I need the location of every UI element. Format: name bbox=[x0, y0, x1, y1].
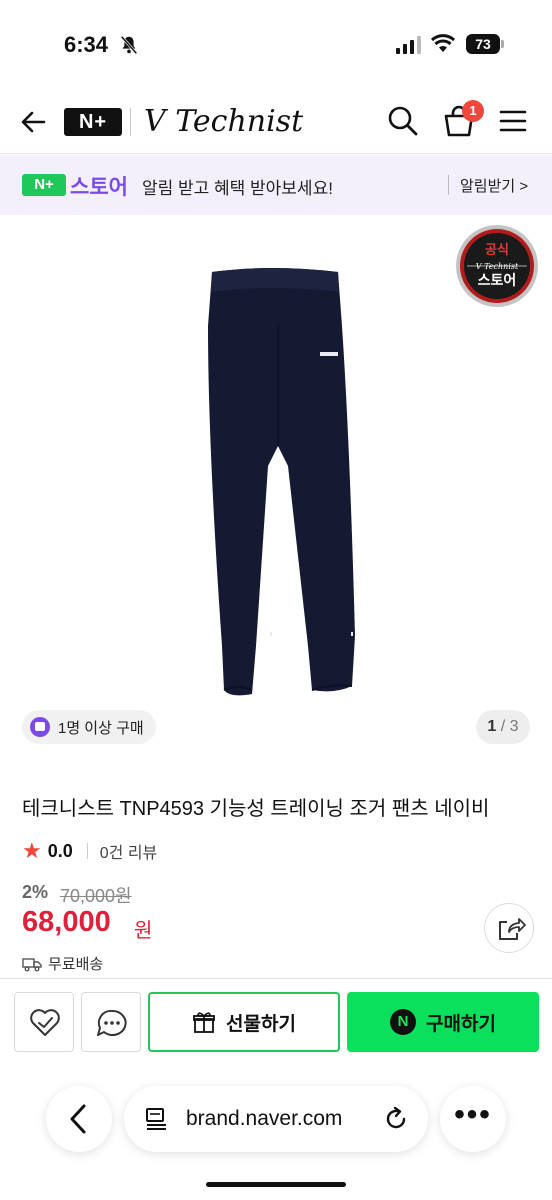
official-badge-bottom-text: 스토어 bbox=[478, 272, 517, 288]
promo-text: 알림 받고 혜택 받아보세요! bbox=[142, 179, 333, 198]
talk-talk-button[interactable] bbox=[81, 992, 141, 1052]
browser-back-button[interactable] bbox=[46, 1086, 112, 1152]
discount-rate: 2% bbox=[22, 882, 49, 902]
search-icon[interactable] bbox=[386, 104, 420, 138]
brand-logo[interactable]: V Technist bbox=[144, 104, 303, 139]
reload-icon[interactable] bbox=[382, 1105, 410, 1133]
wishlist-button[interactable] bbox=[14, 992, 74, 1052]
wifi-icon bbox=[430, 34, 456, 52]
purchase-count-chip: 1명 이상 구매 bbox=[22, 710, 156, 744]
reader-mode-icon[interactable] bbox=[144, 1106, 170, 1132]
notification-promo-banner[interactable]: N+ 스토어 알림 받고 혜택 받아보세요! 알림받기 > bbox=[0, 155, 552, 215]
product-image-jogger-pants[interactable] bbox=[200, 266, 360, 716]
official-badge-top-text: 공식 bbox=[485, 242, 509, 257]
purchase-action-bar: 선물하기 N 구매하기 bbox=[0, 978, 552, 1062]
heart-check-icon bbox=[30, 1009, 60, 1036]
brand-divider bbox=[130, 108, 131, 136]
share-button[interactable] bbox=[484, 903, 534, 953]
star-icon: ★ bbox=[22, 838, 42, 863]
sale-price: 68,000 bbox=[22, 906, 111, 938]
official-badge-brand-text: V Technist bbox=[476, 262, 519, 271]
chat-bubble-icon bbox=[97, 1009, 127, 1036]
buy-button-label: 구매하기 bbox=[426, 1013, 496, 1035]
shipping-info: 무료배송 bbox=[22, 953, 103, 974]
share-icon bbox=[499, 918, 526, 940]
rating-score: 0.0 bbox=[47, 840, 73, 861]
promo-divider bbox=[448, 175, 449, 195]
naver-plus-badge: N+ bbox=[22, 174, 66, 196]
product-image-gallery[interactable]: 공식 V Technist 스토어 1명 이상 구매 1 / 3 bbox=[0, 216, 552, 756]
review-count-link[interactable]: 0건 리뷰 bbox=[100, 839, 158, 863]
shipping-text: 무료배송 bbox=[48, 956, 104, 973]
rating-divider bbox=[86, 843, 88, 859]
more-options-button[interactable]: ••• bbox=[440, 1086, 506, 1152]
gift-button-label: 선물하기 bbox=[226, 1013, 296, 1035]
naver-plus-logo[interactable]: N+ bbox=[64, 108, 122, 136]
home-indicator bbox=[206, 1182, 346, 1187]
browser-toolbar: brand.naver.com ••• bbox=[0, 1062, 552, 1200]
bell-muted-icon bbox=[120, 35, 138, 55]
gift-button[interactable]: 선물하기 bbox=[148, 992, 340, 1052]
original-price: 70,000원 bbox=[60, 886, 132, 906]
app-header: N+ V Technist 1 bbox=[0, 90, 552, 154]
hamburger-menu-icon[interactable] bbox=[498, 106, 528, 136]
get-alerts-link[interactable]: 알림받기 > bbox=[460, 175, 528, 196]
battery-cap bbox=[501, 40, 504, 48]
url-text[interactable]: brand.naver.com bbox=[186, 1107, 342, 1131]
naver-pay-icon: N bbox=[390, 1009, 417, 1035]
back-arrow-icon[interactable] bbox=[18, 106, 50, 138]
buy-now-button[interactable]: N 구매하기 bbox=[347, 992, 539, 1052]
price-unit: 원 bbox=[134, 920, 153, 942]
ellipsis-icon: ••• bbox=[454, 1098, 492, 1131]
chevron-left-icon bbox=[70, 1104, 86, 1134]
image-pager: 1 / 3 bbox=[476, 710, 530, 744]
product-title: 테크니스트 TNP4593 기능성 트레이닝 조거 팬츠 네이비 bbox=[22, 798, 490, 820]
cart-count-badge: 1 bbox=[462, 100, 484, 122]
address-bar[interactable]: brand.naver.com bbox=[124, 1086, 428, 1152]
gift-icon bbox=[193, 1012, 215, 1033]
status-bar: 6:34 73 bbox=[0, 0, 552, 90]
official-store-badge: 공식 V Technist 스토어 bbox=[456, 225, 538, 307]
battery-indicator: 73 bbox=[466, 34, 500, 54]
cellular-signal-icon bbox=[396, 36, 421, 54]
rating-row[interactable]: ★ 0.0 0건 리뷰 bbox=[22, 838, 157, 864]
bag-icon bbox=[30, 717, 50, 737]
purchase-count-text: 1명 이상 구매 bbox=[58, 719, 144, 737]
status-time: 6:34 bbox=[64, 32, 109, 57]
pager-total: / 3 bbox=[500, 718, 519, 735]
store-label: 스토어 bbox=[70, 176, 128, 199]
delivery-truck-icon bbox=[22, 957, 42, 971]
pager-current: 1 bbox=[487, 718, 497, 735]
